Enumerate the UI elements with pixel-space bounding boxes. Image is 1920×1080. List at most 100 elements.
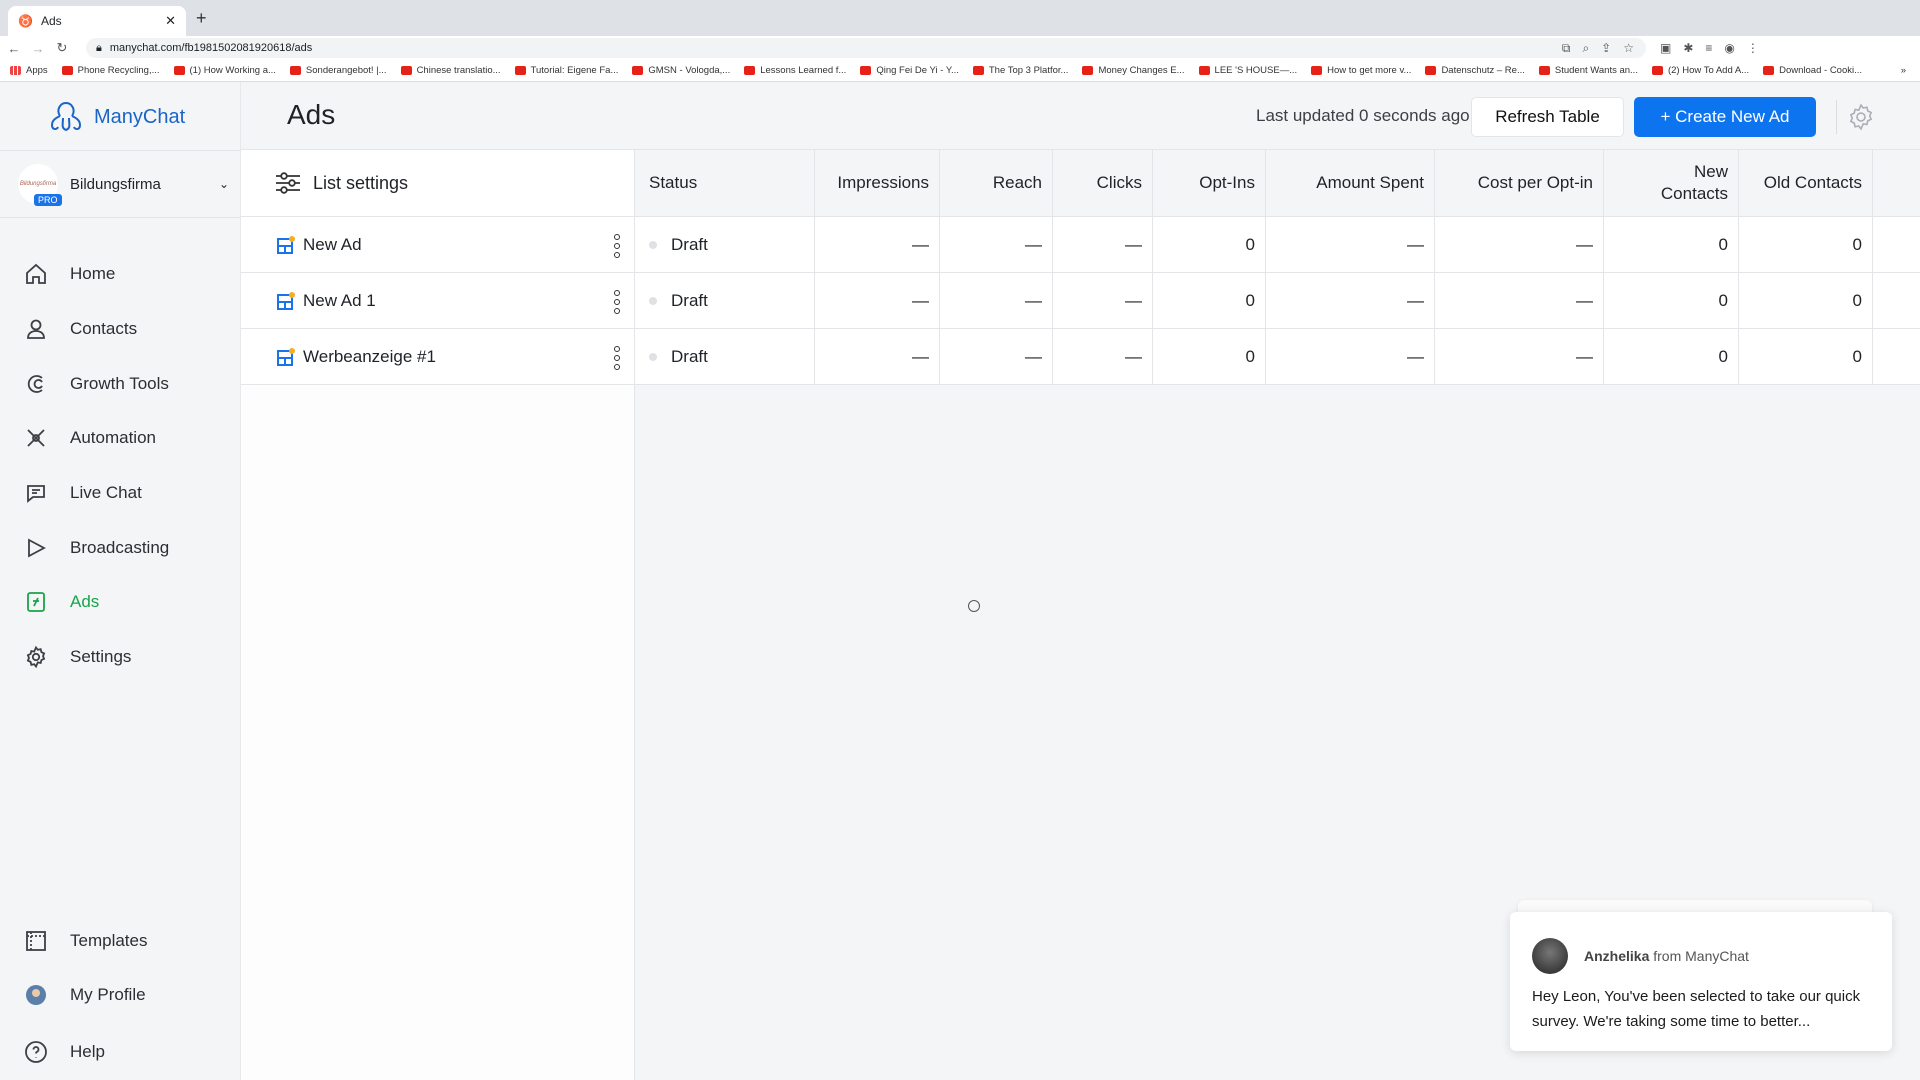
templates-icon xyxy=(26,931,46,951)
popup-message: Hey Leon, You've been selected to take o… xyxy=(1532,988,1861,1030)
table-row[interactable]: Draft — — —0— —0 0 xyxy=(635,217,1920,273)
bookmark-label: Chinese translatio... xyxy=(416,65,501,76)
column-header[interactable]: Status xyxy=(635,150,815,216)
bookmark-label: Phone Recycling,... xyxy=(77,65,160,76)
create-new-ad-button[interactable]: + Create New Ad xyxy=(1634,97,1816,137)
bookmark-item[interactable]: Money Changes E... xyxy=(1082,65,1185,76)
puzzle-icon[interactable]: ✱ xyxy=(1683,41,1693,55)
more-options-icon[interactable] xyxy=(614,346,620,370)
sidebar-item-my-profile[interactable]: My Profile xyxy=(24,983,146,1007)
bookmark-item[interactable]: Lessons Learned f... xyxy=(744,65,846,76)
lock-icon: 🔒︎ xyxy=(96,41,102,54)
column-header[interactable]: New Contacts xyxy=(1604,150,1739,216)
sidebar-item-label: Live Chat xyxy=(70,483,142,502)
share-icon[interactable]: ⇪ xyxy=(1601,41,1611,56)
back-icon[interactable]: ← xyxy=(4,41,24,56)
reading-list-icon[interactable]: ≡ xyxy=(1705,41,1712,55)
gear-icon[interactable] xyxy=(1846,102,1876,132)
status-text: Draft xyxy=(671,346,708,366)
pro-badge: PRO xyxy=(34,194,62,206)
bookmark-item[interactable]: Student Wants an... xyxy=(1538,65,1638,76)
refresh-table-button[interactable]: Refresh Table xyxy=(1471,97,1624,137)
bookmark-item[interactable]: Sonderangebot! |... xyxy=(289,65,387,76)
status-cell: Draft xyxy=(635,273,815,328)
table-row[interactable]: Draft — — —0— —0 0 xyxy=(635,273,1920,329)
menu-icon[interactable]: ⋮ xyxy=(1747,41,1759,55)
sidebar-item-home[interactable]: Home xyxy=(24,262,115,286)
bookmark-favicon-icon xyxy=(1082,66,1094,75)
sidebar-item-contacts[interactable]: Contacts xyxy=(24,317,137,341)
more-bookmarks-icon[interactable]: » xyxy=(1901,65,1906,76)
sidebar-item-label: Ads xyxy=(70,592,100,611)
bookmark-item[interactable]: Tutorial: Eigene Fa... xyxy=(514,65,618,76)
profile-avatar-icon[interactable]: ◉ xyxy=(1724,41,1734,55)
table-cell: — xyxy=(815,329,940,384)
chat-popup[interactable]: Anzhelika from ManyChat Hey Leon, You've… xyxy=(1510,912,1892,1051)
table-row[interactable]: Draft — — —0— —0 0 xyxy=(635,329,1920,385)
account-switcher[interactable]: Bildungsfirma PRO Bildungsfirma ⌄ xyxy=(0,150,241,218)
bookmark-item[interactable]: Apps xyxy=(10,65,48,76)
sidebar-item-help[interactable]: Help xyxy=(24,1040,105,1064)
table-cell: 0 xyxy=(1604,329,1739,384)
new-tab-icon[interactable]: + xyxy=(196,8,207,29)
more-options-icon[interactable] xyxy=(614,290,620,314)
bookmark-item[interactable]: GMSN - Vologda,... xyxy=(632,65,730,76)
bookmark-label: The Top 3 Platfor... xyxy=(988,65,1069,76)
list-settings-button[interactable]: List settings xyxy=(241,150,634,217)
column-header[interactable]: Impressions xyxy=(815,150,940,216)
octopus-logo-icon xyxy=(50,101,82,132)
sender-avatar xyxy=(1532,938,1568,974)
column-header[interactable]: Amount Spent xyxy=(1266,150,1435,216)
column-header[interactable]: Cost per Opt-in xyxy=(1435,150,1604,216)
bookmark-item[interactable]: LEE 'S HOUSE—... xyxy=(1198,65,1297,76)
column-header[interactable]: Clicks xyxy=(1053,150,1153,216)
ad-list-item[interactable]: Werbeanzeige #1 xyxy=(241,329,634,385)
sidebar-item-ads[interactable]: Ads xyxy=(24,590,99,614)
bookmark-item[interactable]: Phone Recycling,... xyxy=(61,65,160,76)
extension-icon[interactable]: ▣ xyxy=(1660,41,1671,55)
column-header[interactable]: Reach xyxy=(940,150,1053,216)
ad-draft-icon xyxy=(277,291,295,310)
bookmark-label: Apps xyxy=(26,65,48,76)
sidebar-item-templates[interactable]: Templates xyxy=(24,929,147,953)
sidebar-item-broadcasting[interactable]: Broadcasting xyxy=(24,536,169,560)
ad-list-item[interactable]: New Ad 1 xyxy=(241,273,634,329)
bookmark-item[interactable]: (2) How To Add A... xyxy=(1651,65,1749,76)
manychat-logo[interactable]: ManyChat xyxy=(48,100,185,134)
reload-icon[interactable]: ↻ xyxy=(52,40,72,56)
url-bar[interactable]: 🔒︎ manychat.com/fb198150208192061​8/ads ⧉… xyxy=(86,38,1646,58)
sidebar-item-live-chat[interactable]: Live Chat xyxy=(24,481,142,505)
table-cell: 0 xyxy=(1153,329,1266,384)
bookmark-item[interactable]: Qing Fei De Yi - Y... xyxy=(860,65,959,76)
ad-list-item[interactable]: New Ad xyxy=(241,217,634,273)
forward-icon[interactable]: → xyxy=(28,41,48,56)
bookmark-item[interactable]: How to get more v... xyxy=(1311,65,1411,76)
close-tab-icon[interactable]: ✕ xyxy=(165,13,176,29)
sidebar-item-growth-tools[interactable]: Growth Tools xyxy=(24,372,169,396)
sidebar-item-settings[interactable]: Settings xyxy=(24,645,131,669)
bookmarks-bar: Apps Phone Recycling,... (1) How Working a… xyxy=(0,60,1920,82)
column-header[interactable]: Old Contacts xyxy=(1739,150,1873,216)
growth-icon xyxy=(27,375,43,393)
zoom-icon[interactable]: ⌕ xyxy=(1582,41,1589,56)
sidebar-item-automation[interactable]: Automation xyxy=(24,426,156,450)
translate-icon[interactable]: ⧉ xyxy=(1562,41,1571,56)
browser-tab[interactable]: ♉ Ads ✕ xyxy=(8,6,186,36)
bookmark-favicon-icon xyxy=(632,66,644,75)
bookmark-favicon-icon xyxy=(860,66,872,75)
bookmark-item[interactable]: The Top 3 Platfor... xyxy=(972,65,1069,76)
column-header[interactable]: Opt-Ins xyxy=(1153,150,1266,216)
bookmark-favicon-icon xyxy=(514,66,526,75)
sidebar-item-label: Home xyxy=(70,264,116,283)
ad-draft-icon xyxy=(277,347,295,366)
bookmark-item[interactable]: Download - Cooki... xyxy=(1763,65,1862,76)
sidebar: ManyChat Bildungsfirma PRO Bildungsfirma … xyxy=(0,82,241,1080)
bookmark-item[interactable]: Datenschutz – Re... xyxy=(1425,65,1525,76)
more-options-icon[interactable] xyxy=(614,234,620,258)
bookmark-label: Download - Cooki... xyxy=(1779,65,1863,76)
bookmark-item[interactable]: (1) How Working a... xyxy=(173,65,276,76)
list-settings-label: List settings xyxy=(313,172,409,193)
star-icon[interactable]: ☆ xyxy=(1623,41,1634,56)
bookmark-item[interactable]: Chinese translatio... xyxy=(400,65,501,76)
bookmark-favicon-icon xyxy=(972,66,984,75)
